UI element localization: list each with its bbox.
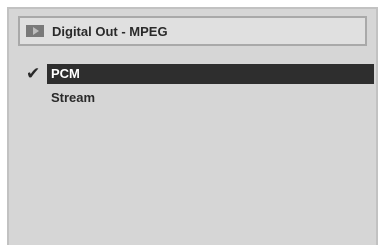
- menu-title: Digital Out - MPEG: [52, 23, 168, 39]
- option-stream[interactable]: Stream: [9, 88, 376, 108]
- play-icon: [26, 25, 44, 37]
- menu-header: Digital Out - MPEG: [18, 16, 367, 46]
- checkmark-icon: ✔: [26, 64, 41, 83]
- selection-highlight: [47, 64, 374, 84]
- option-list: ✔ PCM Stream: [9, 64, 376, 112]
- option-label: PCM: [51, 66, 80, 81]
- menu-window: Digital Out - MPEG ✔ PCM Stream: [7, 7, 378, 245]
- option-pcm[interactable]: ✔ PCM: [9, 64, 376, 84]
- option-label: Stream: [51, 90, 96, 105]
